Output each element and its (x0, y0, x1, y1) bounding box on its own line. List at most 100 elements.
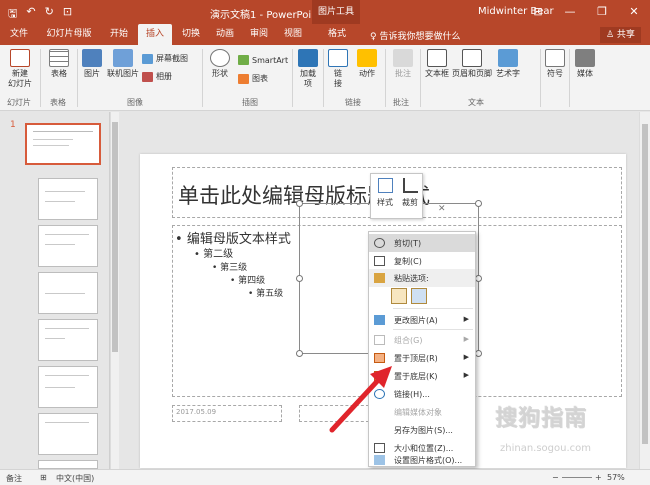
album-button[interactable]: 相册 (142, 71, 172, 82)
zoom-slider[interactable] (562, 477, 592, 478)
context-tab-label: 图片工具 (312, 0, 360, 24)
resize-handle[interactable] (475, 350, 482, 357)
canvas-scrollbar-thumb[interactable] (642, 124, 648, 444)
menu-item-copy[interactable]: 复制(C) (369, 252, 475, 270)
thumb-line (45, 328, 89, 329)
menu-item-format-picture[interactable]: 设置图片格式(O)... (369, 454, 475, 466)
screenshot-icon (142, 53, 153, 64)
tell-me-search[interactable]: ♀ 告诉我你想要做什么 (370, 29, 460, 42)
close-button[interactable]: ✕ (618, 0, 650, 24)
chart-button[interactable]: 图表 (238, 73, 268, 84)
minimize-button[interactable]: — (554, 0, 586, 24)
online-picture-icon (113, 49, 133, 67)
thumb-line (33, 139, 73, 140)
action-button[interactable]: 动作 (354, 49, 380, 79)
present-icon[interactable]: ⊡ (63, 5, 72, 24)
symbol-button[interactable]: 符号 (544, 49, 566, 79)
link-button[interactable]: 链 接 (326, 49, 350, 89)
addins-button[interactable]: 加载 项 (295, 49, 321, 89)
notes-button[interactable]: 备注 (6, 473, 22, 484)
menu-item-change-picture[interactable]: 更改图片(A) ▶ (369, 311, 475, 329)
link-icon (328, 49, 348, 67)
menu-item-cut[interactable]: 剪切(T) (369, 234, 475, 252)
ribbon-tabs: 文件 幻灯片母版 开始 插入 切换 动画 审阅 视图 格式 ♀ 告诉我你想要做什… (0, 24, 650, 45)
new-slide-button[interactable]: 新建 幻灯片 (6, 49, 34, 89)
smartart-button[interactable]: SmartArt (238, 55, 288, 65)
undo-icon[interactable]: ↶ (26, 5, 35, 24)
group-label-illustrations: 插图 (242, 98, 258, 107)
tab-file[interactable]: 文件 (4, 24, 34, 45)
tab-view[interactable]: 视图 (278, 24, 308, 45)
zoom-out-button[interactable]: − (552, 473, 559, 482)
resize-handle[interactable] (296, 275, 303, 282)
thumb-line (45, 234, 89, 235)
layout-thumbnail[interactable] (38, 272, 98, 314)
ribbon-display-button[interactable]: ⊟ (522, 0, 554, 24)
wordart-button[interactable]: 艺术字 (494, 49, 522, 79)
header-footer-button[interactable]: 页眉和页脚 (452, 49, 492, 79)
media-button[interactable]: 媒体 (573, 49, 597, 79)
tab-review[interactable]: 审阅 (244, 24, 274, 45)
submenu-arrow-icon: ▶ (463, 353, 469, 361)
ribbon-separator (540, 49, 541, 107)
textbox-button[interactable]: 文本框 (423, 49, 451, 79)
resize-handle[interactable] (296, 350, 303, 357)
tab-insert[interactable]: 插入 (138, 24, 172, 45)
menu-item-group[interactable]: 组合(G) ▶ (369, 331, 475, 349)
mini-toolbar: 样式 裁剪 (370, 173, 423, 219)
tab-transitions[interactable]: 切换 (176, 24, 206, 45)
online-picture-button[interactable]: 联机图片 (106, 49, 140, 79)
tab-animations[interactable]: 动画 (210, 24, 240, 45)
thumbnail-scrollbar-thumb[interactable] (112, 122, 118, 352)
bullet-level-2: • 第二级 (194, 249, 234, 260)
zoom-in-button[interactable]: + (595, 473, 602, 482)
group-icon (374, 335, 385, 345)
zoom-level[interactable]: 57% (607, 473, 625, 482)
layout-thumbnail[interactable] (38, 319, 98, 361)
submenu-arrow-icon: ▶ (463, 315, 469, 323)
title-bar: 🖫 ↶ ↻ ⊡ 演示文稿1 - PowerPoint 图片工具 Midwinte… (0, 0, 650, 24)
bullet-level-3: • 第三级 (212, 263, 248, 273)
date-placeholder[interactable]: 2017.05.09 (172, 405, 282, 422)
comment-button[interactable]: 批注 (390, 49, 416, 79)
layout-thumbnail[interactable] (38, 178, 98, 220)
layout-thumbnail[interactable] (38, 460, 98, 469)
picture-button[interactable]: 图片 (80, 49, 104, 79)
group-label-slides: 幻灯片 (7, 98, 31, 107)
canvas-scrollbar[interactable] (639, 112, 650, 469)
annotation-arrow (329, 366, 392, 433)
tab-format[interactable]: 格式 (322, 24, 352, 45)
watermark-url: zhinan.sogou.com (500, 443, 592, 454)
tab-home[interactable]: 开始 (104, 24, 134, 45)
thumb-line (45, 201, 75, 202)
ribbon-separator (77, 49, 78, 107)
share-button[interactable]: ♙ 共享 (600, 27, 641, 43)
paste-as-picture-icon[interactable] (411, 288, 427, 304)
group-label-tables: 表格 (50, 98, 66, 107)
chart-icon (238, 73, 249, 84)
shapes-button[interactable]: 形状 (207, 49, 233, 79)
crop-button[interactable]: 裁剪 (398, 178, 422, 208)
page-layout-icon[interactable]: ⊞ (40, 473, 47, 482)
master-slide-thumbnail[interactable] (25, 123, 101, 165)
layout-thumbnail[interactable] (38, 413, 98, 455)
style-button[interactable]: 样式 (373, 178, 397, 208)
paste-keep-format-icon[interactable] (391, 288, 407, 304)
screenshot-button[interactable]: 屏幕截图 (142, 53, 188, 64)
change-picture-icon (374, 315, 385, 325)
table-button[interactable]: 表格 (46, 49, 72, 79)
ribbon-separator (323, 49, 324, 107)
redo-icon[interactable]: ↻ (45, 5, 54, 24)
thumb-line (45, 375, 89, 376)
save-icon[interactable]: 🖫 (8, 5, 17, 24)
language-indicator[interactable]: 中文(中国) (56, 473, 94, 484)
style-icon (377, 178, 393, 193)
layout-thumbnail[interactable] (38, 366, 98, 408)
resize-handle[interactable] (475, 200, 482, 207)
resize-handle[interactable] (296, 200, 303, 207)
restore-button[interactable]: ❐ (586, 0, 618, 24)
resize-handle[interactable] (475, 275, 482, 282)
thumbnail-scrollbar[interactable] (110, 112, 119, 469)
layout-thumbnail[interactable] (38, 225, 98, 267)
tab-slide-master[interactable]: 幻灯片母版 (40, 24, 98, 45)
